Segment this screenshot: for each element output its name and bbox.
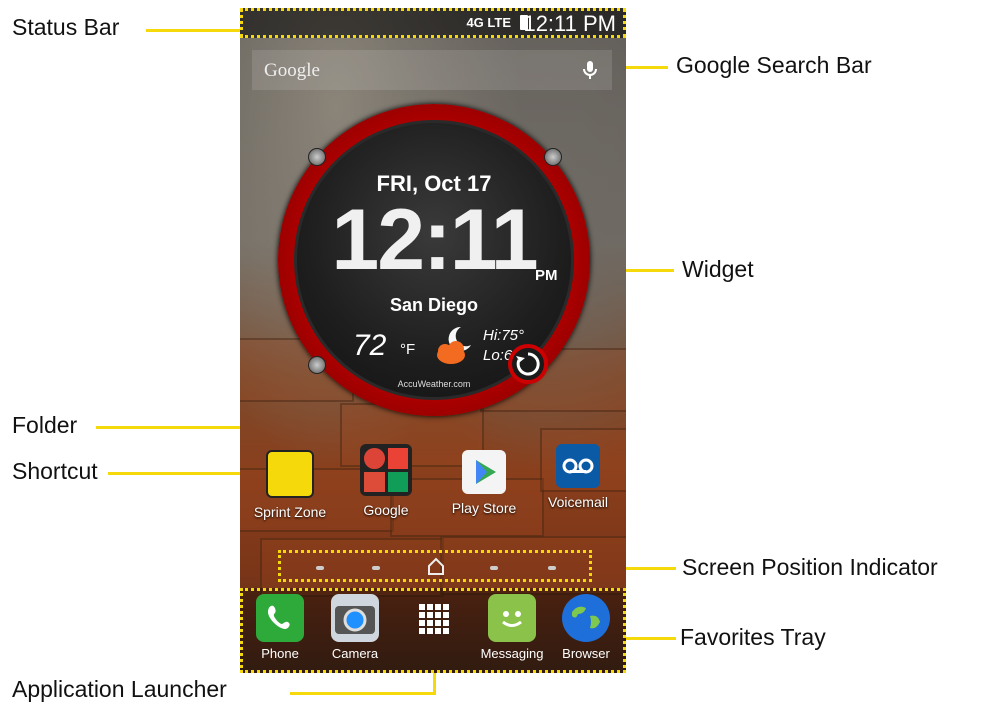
callout-google-search-bar: Google Search Bar [676,52,872,78]
position-indicator-highlight [278,550,592,582]
clock-weather-widget[interactable]: FRI, Oct 17 12:11 PM San Diego 72 °F Hi:… [278,104,590,416]
callout-screen-position-indicator: Screen Position Indicator [682,554,938,580]
play-store-icon [462,450,506,494]
callout-status-bar: Status Bar [12,14,120,40]
refresh-button[interactable] [508,344,548,384]
app-voicemail[interactable]: Voicemail [538,444,618,510]
callout-widget: Widget [682,256,754,282]
widget-temp-unit: °F [400,341,416,358]
screw-decoration [308,356,326,374]
partly-cloudy-night-icon [437,326,471,364]
google-search-bar[interactable]: Google [252,50,612,90]
app-label: Play Store [451,500,517,516]
callout-line-status-bar [146,29,240,32]
widget-city: San Diego [389,295,478,315]
app-play-store[interactable]: Play Store [444,450,524,516]
search-label: Google [264,60,320,81]
callout-folder: Folder [12,412,78,438]
app-label: Sprint Zone [253,504,327,520]
screw-decoration [308,148,326,166]
app-google-folder[interactable]: Google [346,444,426,518]
callout-application-launcher: Application Launcher [12,676,227,702]
app-sprint-zone[interactable]: Sprint Zone [250,450,330,520]
widget-temp: 72 [353,329,387,362]
callout-line-application-launcher [290,692,435,695]
callout-shortcut: Shortcut [12,458,98,484]
phone-screen: 4G LTE 12:11 PM Google FRI, Oct 17 12:11… [240,8,626,673]
favorites-tray-highlight [240,588,626,673]
widget-hi: Hi:75° [483,327,525,344]
app-label: Voicemail [548,494,608,510]
callout-line-favorites-tray [626,637,676,640]
screw-decoration [544,148,562,166]
widget-time: 12:11 [331,192,538,288]
voicemail-icon [556,444,600,488]
status-bar-highlight [240,8,626,38]
mic-icon[interactable] [578,58,602,82]
app-label: Google [363,502,409,518]
widget-ampm: PM [535,267,558,284]
callout-favorites-tray: Favorites Tray [680,624,826,650]
sprint-zone-icon [266,450,314,498]
refresh-icon [516,352,540,376]
google-folder-icon [360,444,412,496]
